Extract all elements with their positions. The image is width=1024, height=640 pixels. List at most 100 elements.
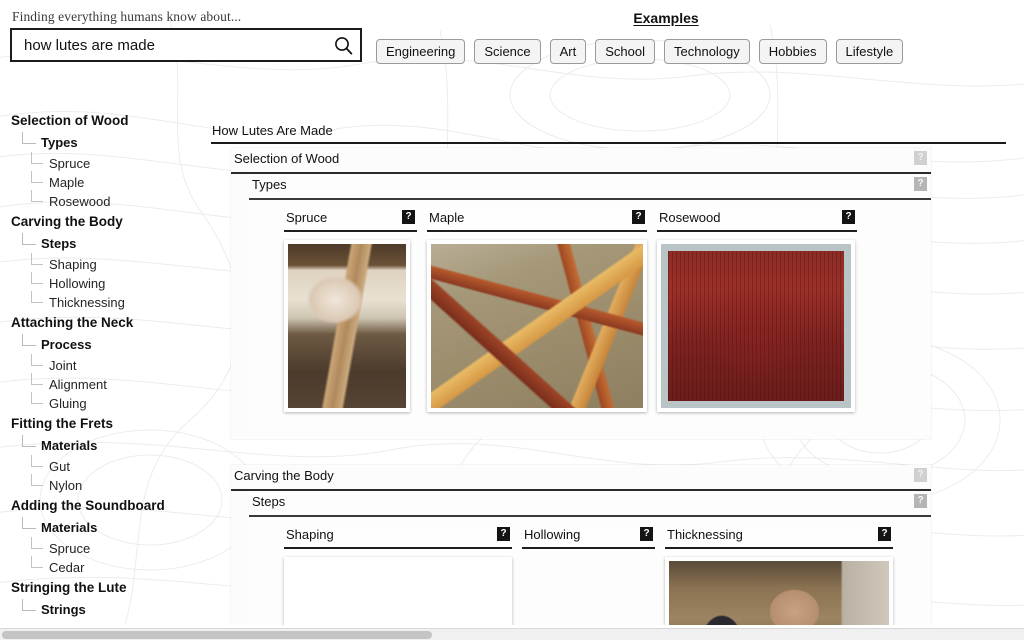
help-badge-section-carving-the-body[interactable]: ? <box>914 468 927 482</box>
sidebar-item-gut[interactable]: Gut <box>11 455 200 476</box>
photo-rosewood <box>661 244 851 408</box>
item-title: Hollowing <box>524 527 581 542</box>
example-chip-technology[interactable]: Technology <box>664 39 750 64</box>
photo-thicknessing <box>669 561 889 632</box>
section-header: Carving the Body ? <box>231 465 931 491</box>
help-badge-item-maple[interactable]: ? <box>632 210 645 224</box>
item-row: Shaping ? Hollowing ? Thicknessing ? <box>249 517 931 632</box>
item-rule <box>665 547 893 549</box>
item-rule <box>284 547 512 549</box>
page-title: How Lutes Are Made <box>212 123 333 138</box>
page-title-rule <box>211 142 1006 144</box>
example-chip-engineering[interactable]: Engineering <box>376 39 466 64</box>
example-chip-school[interactable]: School <box>595 39 656 64</box>
section-title: Selection of Wood <box>234 151 340 166</box>
item-title: Spruce <box>286 210 328 225</box>
sidebar-section-selection-of-wood[interactable]: Selection of Wood <box>11 110 200 132</box>
help-badge-item-rosewood[interactable]: ? <box>842 210 855 224</box>
section-title: Carving the Body <box>234 468 334 483</box>
outline-sidebar[interactable]: Selection of Wood Types Spruce Maple Rosewoo… <box>0 110 200 630</box>
section-header: Selection of Wood ? <box>231 148 931 174</box>
item-spruce: Spruce ? <box>284 208 417 417</box>
sidebar-section-attaching-the-neck[interactable]: Attaching the Neck <box>11 312 200 334</box>
item-rule <box>522 547 655 549</box>
item-figure <box>284 240 410 412</box>
help-badge-item-spruce[interactable]: ? <box>402 210 415 224</box>
item-rosewood: Rosewood ? <box>657 208 857 417</box>
item-rule <box>427 230 647 232</box>
item-figure <box>284 557 512 632</box>
help-badge-item-hollowing[interactable]: ? <box>640 527 653 541</box>
item-header: Maple ? <box>427 208 647 232</box>
help-badge-subsection-types[interactable]: ? <box>914 177 927 191</box>
help-badge-item-shaping[interactable]: ? <box>497 527 510 541</box>
horizontal-scrollbar-thumb[interactable] <box>2 631 432 639</box>
item-figure <box>427 240 647 412</box>
example-chip-art[interactable]: Art <box>549 39 587 64</box>
item-title: Maple <box>429 210 465 225</box>
section-carving-the-body: Carving the Body ? Steps ? Shaping ? Hol… <box>231 465 931 632</box>
photo-maple <box>431 244 643 408</box>
item-title: Rosewood <box>659 210 721 225</box>
item-rule <box>284 230 417 232</box>
sidebar-item-spruce[interactable]: Spruce <box>11 152 200 173</box>
item-title: Thicknessing <box>667 527 743 542</box>
item-title: Shaping <box>286 527 334 542</box>
sidebar-section-carving-the-body[interactable]: Carving the Body <box>11 211 200 233</box>
search-input[interactable] <box>12 30 326 60</box>
item-header: Spruce ? <box>284 208 417 232</box>
item-maple: Maple ? <box>427 208 647 417</box>
subsection-header: Types ? <box>249 174 931 200</box>
item-rule <box>657 230 857 232</box>
sidebar-subsection-types[interactable]: Types <box>11 132 200 154</box>
sidebar-subsection-strings[interactable]: Strings <box>11 599 200 621</box>
sidebar-subsection-materials[interactable]: Materials <box>11 517 200 539</box>
sidebar-section-stringing-the-lute[interactable]: Stringing the Lute <box>11 577 200 599</box>
subsection-title: Types <box>252 177 287 192</box>
sidebar-item-joint[interactable]: Joint <box>11 354 200 375</box>
help-badge-item-thicknessing[interactable]: ? <box>878 527 891 541</box>
sidebar-item-spruce[interactable]: Spruce <box>11 537 200 558</box>
sidebar-item-thicknessing[interactable]: Thicknessing <box>11 291 200 312</box>
sidebar-item-gluing[interactable]: Gluing <box>11 392 200 413</box>
item-header: Rosewood ? <box>657 208 857 232</box>
item-header: Hollowing ? <box>522 525 655 549</box>
subsection-header: Steps ? <box>249 491 931 517</box>
item-row: Spruce ? Maple ? Rosewood ? <box>249 200 931 439</box>
sidebar-section-adding-the-soundboard[interactable]: Adding the Soundboard <box>11 495 200 517</box>
sidebar-item-alignment[interactable]: Alignment <box>11 373 200 394</box>
photo-spruce <box>288 244 406 408</box>
sidebar-item-maple[interactable]: Maple <box>11 171 200 192</box>
item-header: Shaping ? <box>284 525 512 549</box>
search-button[interactable] <box>326 30 360 60</box>
help-badge-section-selection-of-wood[interactable]: ? <box>914 151 927 165</box>
search-bar[interactable] <box>10 28 362 62</box>
sidebar-item-nylon[interactable]: Nylon <box>11 474 200 495</box>
example-chip-hobbies[interactable]: Hobbies <box>758 39 827 64</box>
subsection-types: Types ? Spruce ? Maple ? Rosewood ? <box>249 174 931 439</box>
examples-chip-row: Engineering Science Art School Technolog… <box>376 39 904 64</box>
sidebar-item-cedar[interactable]: Cedar <box>11 556 200 577</box>
sidebar-subsection-steps[interactable]: Steps <box>11 233 200 255</box>
example-chip-science[interactable]: Science <box>474 39 541 64</box>
section-selection-of-wood: Selection of Wood ? Types ? Spruce ? Map… <box>231 148 931 439</box>
sidebar-subsection-materials[interactable]: Materials <box>11 435 200 457</box>
app-header: Finding everything humans know about... … <box>0 0 1024 74</box>
sidebar-item-hollowing[interactable]: Hollowing <box>11 272 200 293</box>
help-badge-subsection-steps[interactable]: ? <box>914 494 927 508</box>
item-header: Thicknessing ? <box>665 525 893 549</box>
item-thicknessing: Thicknessing ? <box>665 525 893 632</box>
sidebar-item-rosewood[interactable]: Rosewood <box>11 190 200 211</box>
subsection-steps: Steps ? Shaping ? Hollowing ? Thicknessi… <box>249 491 931 632</box>
photo-shaping <box>288 561 508 632</box>
sidebar-item-shaping[interactable]: Shaping <box>11 253 200 274</box>
document-content: How Lutes Are Made Selection of Wood ? T… <box>200 110 1024 632</box>
item-hollowing: Hollowing ? <box>522 525 655 549</box>
sidebar-section-fitting-the-frets[interactable]: Fitting the Frets <box>11 413 200 435</box>
example-chip-lifestyle[interactable]: Lifestyle <box>835 39 904 64</box>
examples-heading-text: Examples <box>633 10 699 26</box>
item-figure <box>665 557 893 632</box>
horizontal-scrollbar[interactable] <box>0 628 1024 640</box>
item-figure <box>657 240 855 412</box>
sidebar-subsection-process[interactable]: Process <box>11 334 200 356</box>
